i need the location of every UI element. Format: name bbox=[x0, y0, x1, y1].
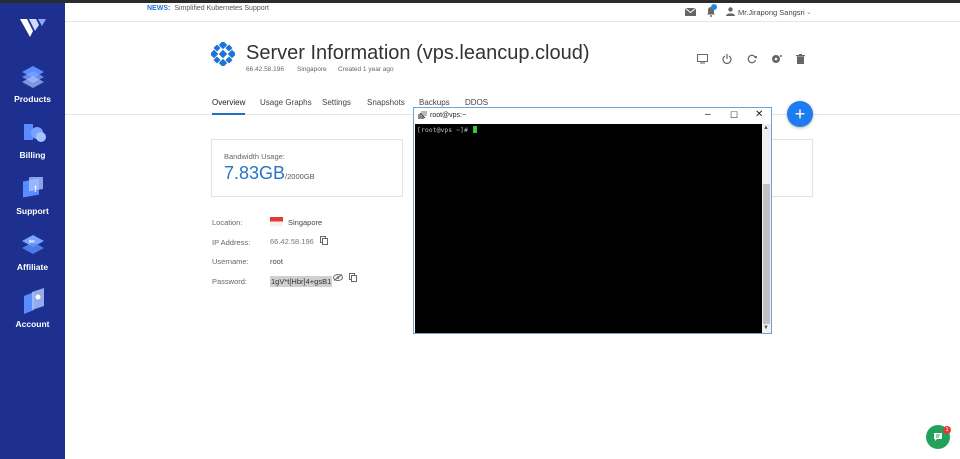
putty-icon bbox=[418, 111, 427, 119]
sidebar-item-affiliate[interactable]: ✂ Affiliate bbox=[0, 233, 65, 272]
server-logo-icon bbox=[211, 42, 235, 66]
support-icon: ! bbox=[22, 177, 43, 198]
sidebar-item-label: Affiliate bbox=[16, 262, 49, 272]
news-text: Simplified Kubernetes Support bbox=[174, 5, 269, 12]
account-icon bbox=[23, 288, 44, 314]
copy-icon[interactable] bbox=[349, 273, 357, 282]
tab-settings[interactable]: Settings bbox=[322, 98, 351, 107]
terminal-title-bar[interactable]: root@vps:~ – ☐ ✕ bbox=[414, 108, 771, 124]
user-name[interactable]: Mr.Jirapong Sangsri bbox=[738, 8, 805, 17]
scroll-up-icon[interactable]: ▲ bbox=[763, 125, 769, 131]
sidebar: Products Billing ! Support ✂ Affiliate A… bbox=[0, 3, 65, 459]
sidebar-item-label: Billing bbox=[19, 150, 46, 160]
chevron-down-icon[interactable]: ⌄ bbox=[806, 8, 812, 16]
terminal-output: [root@vps ~]# bbox=[417, 126, 477, 134]
maximize-icon[interactable]: ☐ bbox=[730, 110, 738, 121]
singapore-flag-icon bbox=[270, 217, 283, 226]
sidebar-item-label: Products bbox=[14, 94, 51, 104]
server-region: Singapore bbox=[297, 66, 327, 73]
password-value[interactable]: 1gV*t[Hbr]4+gsB1 bbox=[270, 276, 333, 287]
svg-text:✂: ✂ bbox=[29, 239, 35, 246]
restart-icon[interactable] bbox=[747, 54, 757, 64]
vultr-logo-icon[interactable] bbox=[20, 19, 46, 41]
bandwidth-label: Bandwidth Usage: bbox=[224, 152, 285, 161]
terminal-screen[interactable]: [root@vps ~]# bbox=[415, 124, 762, 333]
minimize-icon[interactable]: – bbox=[705, 109, 711, 120]
notification-badge bbox=[711, 4, 717, 10]
username-value: root bbox=[270, 257, 283, 266]
terminal-cursor bbox=[472, 126, 477, 133]
server-ip: 66.42.58.196 bbox=[246, 66, 284, 73]
billing-icon bbox=[23, 124, 46, 142]
news-ticker[interactable]: NEWS: Simplified Kubernetes Support bbox=[147, 5, 269, 12]
close-icon[interactable]: ✕ bbox=[755, 109, 763, 120]
ip-label: IP Address: bbox=[212, 238, 251, 247]
tab-backups[interactable]: Backups bbox=[419, 98, 450, 107]
stack-icon bbox=[21, 66, 44, 88]
ip-value: 66.42.58.196 bbox=[270, 237, 314, 246]
bandwidth-value: 7.83GB/2000GB bbox=[224, 163, 315, 184]
scrollbar-thumb[interactable] bbox=[763, 184, 770, 324]
eye-off-icon[interactable] bbox=[333, 274, 343, 281]
bandwidth-used: 7.83GB bbox=[224, 163, 286, 183]
chat-badge: 1 bbox=[943, 426, 951, 434]
add-button[interactable]: + bbox=[787, 101, 813, 127]
sidebar-item-label: Support bbox=[16, 206, 49, 216]
news-label: NEWS: bbox=[147, 5, 171, 12]
tab-ddos[interactable]: DDOS bbox=[465, 98, 488, 107]
trash-icon[interactable] bbox=[796, 54, 805, 64]
tab-overview[interactable]: Overview bbox=[212, 98, 246, 115]
username-label: Username: bbox=[212, 257, 249, 266]
user-icon[interactable] bbox=[726, 7, 735, 16]
location-value: Singapore bbox=[270, 217, 322, 227]
sidebar-item-support[interactable]: ! Support bbox=[0, 177, 65, 216]
tab-snapshots[interactable]: Snapshots bbox=[367, 98, 405, 107]
server-created: Created 1 year ago bbox=[338, 66, 394, 73]
scroll-down-icon[interactable]: ▼ bbox=[763, 325, 769, 331]
sidebar-item-billing[interactable]: Billing bbox=[0, 121, 65, 160]
terminal-title: root@vps:~ bbox=[430, 112, 467, 119]
terminal-scrollbar[interactable]: ▲ ▼ bbox=[762, 124, 771, 333]
bandwidth-total: /2000GB bbox=[285, 172, 315, 181]
info-card bbox=[770, 139, 813, 197]
location-text: Singapore bbox=[288, 218, 323, 227]
chat-icon bbox=[934, 433, 942, 441]
affiliate-icon: ✂ bbox=[21, 235, 44, 254]
terminal-prompt: [root@vps ~]# bbox=[417, 126, 472, 134]
svg-text:!: ! bbox=[34, 184, 37, 194]
console-icon[interactable] bbox=[697, 54, 708, 64]
sidebar-item-products[interactable]: Products bbox=[0, 63, 65, 104]
sidebar-item-account[interactable]: Account bbox=[0, 288, 65, 329]
tab-usage-graphs[interactable]: Usage Graphs bbox=[260, 98, 312, 107]
copy-icon[interactable] bbox=[320, 236, 328, 245]
location-label: Location: bbox=[212, 218, 243, 227]
sidebar-item-label: Account bbox=[15, 319, 50, 329]
mail-icon[interactable] bbox=[685, 8, 696, 16]
reinstall-icon[interactable] bbox=[771, 54, 782, 64]
power-icon[interactable] bbox=[722, 54, 732, 64]
terminal-window[interactable]: root@vps:~ – ☐ ✕ [root@vps ~]# ▲ ▼ bbox=[413, 107, 772, 334]
password-label: Password: bbox=[212, 277, 248, 286]
page-title: Server Information (vps.leancup.cloud) bbox=[246, 42, 590, 64]
